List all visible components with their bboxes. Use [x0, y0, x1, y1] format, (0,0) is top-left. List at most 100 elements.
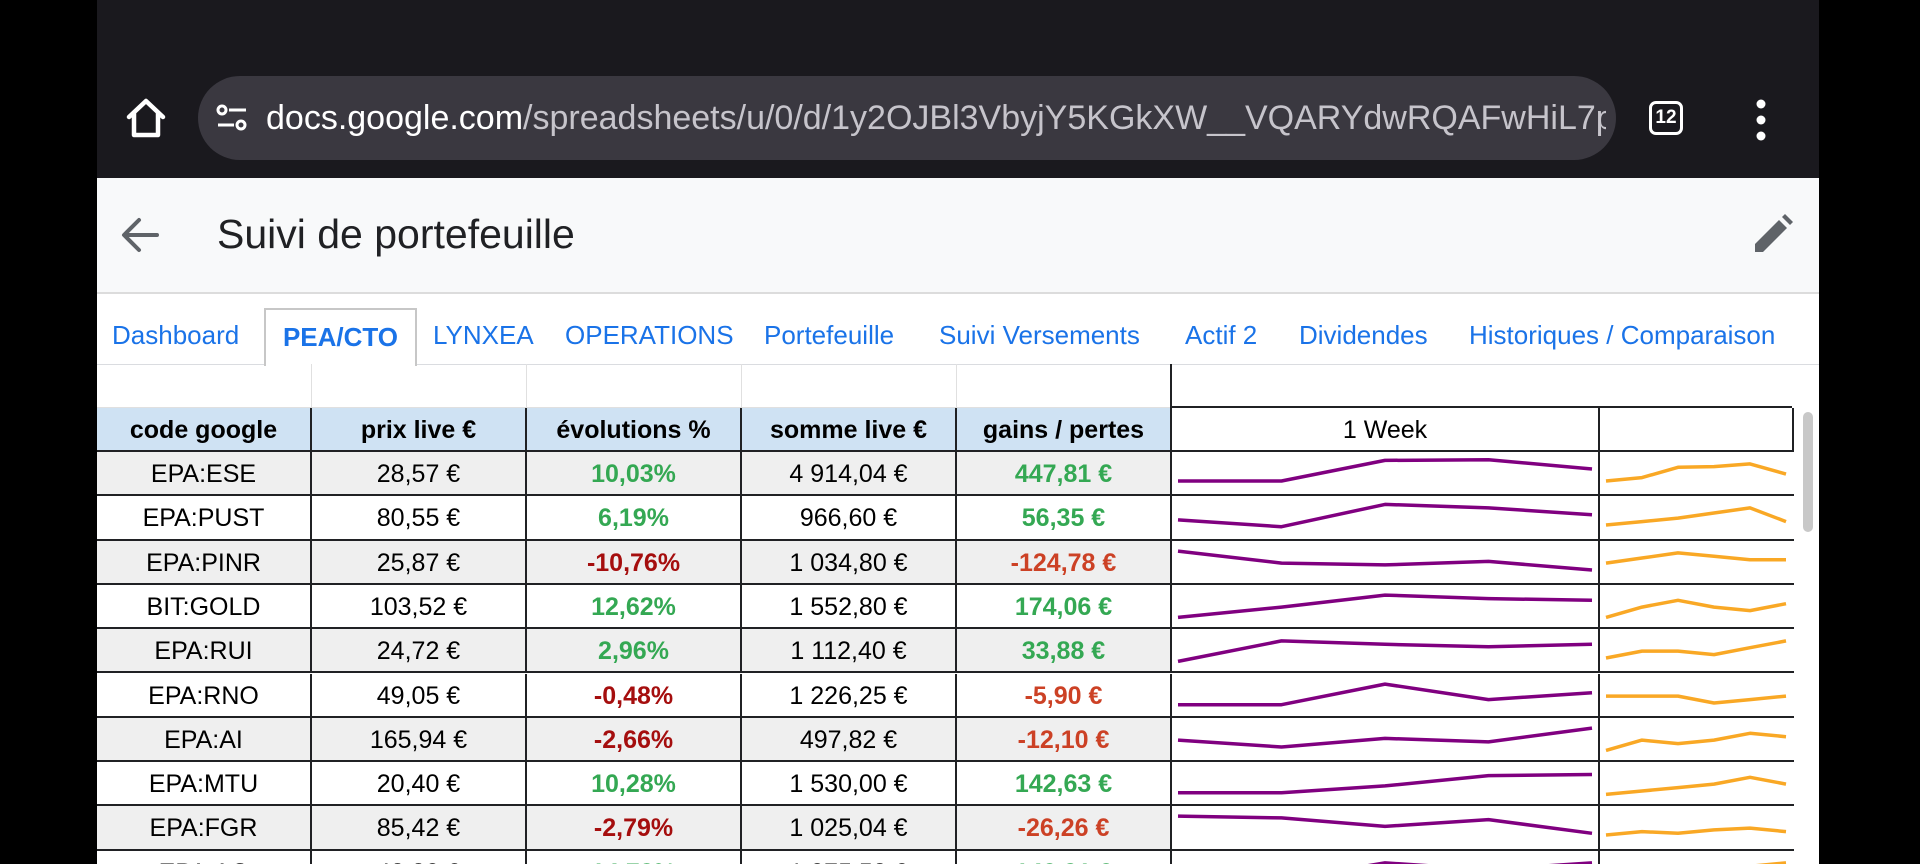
sparkline-cell[interactable]	[1172, 717, 1600, 763]
table-cell-code[interactable]: EPA:ESE	[97, 452, 312, 497]
week-header[interactable]: 1 Week	[1172, 408, 1600, 452]
table-cell-prix[interactable]: 20,40 €	[312, 762, 527, 807]
sparkline-cell[interactable]	[1172, 540, 1600, 585]
table-cell-evol[interactable]: -2,66%	[527, 717, 742, 763]
sparkline-cell[interactable]	[1172, 673, 1600, 718]
blank-cell[interactable]	[97, 364, 312, 408]
table-cell-gains[interactable]: 33,88 €	[957, 629, 1172, 674]
table-cell-prix[interactable]: 103,52 €	[312, 584, 527, 630]
table-cell-code[interactable]: EPA:RNO	[97, 673, 312, 718]
table-cell-prix[interactable]: 28,57 €	[312, 452, 527, 497]
tab-lynxea[interactable]: LYNXEA	[433, 306, 534, 364]
blank-cell[interactable]	[312, 364, 527, 408]
blank-cell[interactable]	[742, 364, 957, 408]
table-cell-gains[interactable]: 447,81 €	[957, 452, 1172, 497]
table-cell-evol[interactable]: 12,62%	[527, 584, 742, 630]
table-cell-gains[interactable]: -12,10 €	[957, 717, 1172, 763]
blank-cell[interactable]	[1170, 364, 1792, 408]
table-cell-gains[interactable]: 142,63 €	[957, 762, 1172, 807]
sparkline-cell[interactable]	[1172, 762, 1600, 807]
table-cell-somme[interactable]: 1 034,80 €	[742, 540, 957, 585]
sparkline-cell[interactable]	[1172, 806, 1600, 851]
table-cell-somme[interactable]: 497,82 €	[742, 717, 957, 763]
table-cell-gains[interactable]: -26,26 €	[957, 806, 1172, 851]
table-cell-evol[interactable]: 2,96%	[527, 629, 742, 674]
column-header[interactable]: prix live €	[312, 408, 527, 452]
sparkline-cell[interactable]	[1600, 496, 1794, 541]
table-cell-prix[interactable]: 165,94 €	[312, 717, 527, 763]
tab-historiques-comparaison[interactable]: Historiques / Comparaison	[1469, 306, 1775, 364]
table-cell-somme[interactable]: 966,60 €	[742, 496, 957, 541]
table-cell-prix[interactable]: 25,87 €	[312, 540, 527, 585]
sparkline-cell[interactable]	[1600, 762, 1794, 807]
table-cell-evol[interactable]: -0,48%	[527, 673, 742, 718]
tab-portefeuille[interactable]: Portefeuille	[764, 306, 894, 364]
table-cell-evol[interactable]: 10,03%	[527, 452, 742, 497]
sparkline-cell[interactable]	[1600, 850, 1794, 864]
table-cell-prix[interactable]: 49,05 €	[312, 673, 527, 718]
sparkline-cell[interactable]	[1172, 584, 1600, 630]
edit-pencil-icon[interactable]	[1747, 210, 1797, 260]
table-cell-code[interactable]: EPA:MTU	[97, 762, 312, 807]
table-cell-somme[interactable]: 1 075,58 €	[742, 850, 957, 864]
column-header[interactable]: somme live €	[742, 408, 957, 452]
table-cell-prix[interactable]: 80,55 €	[312, 496, 527, 541]
sparkline-cell[interactable]	[1600, 806, 1794, 851]
blank-cell[interactable]	[527, 364, 742, 408]
table-cell-code[interactable]: EPA:AI	[97, 717, 312, 763]
sparkline-cell[interactable]	[1172, 850, 1600, 864]
table-cell-code[interactable]: EPA:PUST	[97, 496, 312, 541]
column-header[interactable]: évolutions %	[527, 408, 742, 452]
tab-suivi-versements[interactable]: Suivi Versements	[939, 306, 1140, 364]
home-icon[interactable]	[123, 95, 169, 141]
sparkline-cell[interactable]	[1172, 496, 1600, 541]
back-arrow-icon[interactable]	[117, 212, 163, 258]
tab-switcher-icon[interactable]: 12	[1649, 101, 1683, 135]
tab-pea-cto[interactable]: PEA/CTO	[264, 308, 417, 366]
table-cell-evol[interactable]: -10,76%	[527, 540, 742, 585]
sparkline-cell[interactable]	[1600, 629, 1794, 674]
table-cell-somme[interactable]: 1 025,04 €	[742, 806, 957, 851]
table-cell-somme[interactable]: 4 914,04 €	[742, 452, 957, 497]
table-cell-evol[interactable]: 6,19%	[527, 496, 742, 541]
tab-dashboard[interactable]: Dashboard	[112, 306, 239, 364]
url-text[interactable]: docs.google.com/spreadsheets/u/0/d/1y2OJ…	[266, 76, 1606, 160]
table-cell-code[interactable]: BIT:GOLD	[97, 584, 312, 630]
table-cell-prix[interactable]: 48,80 €	[312, 850, 527, 864]
sparkline-cell[interactable]	[1172, 452, 1600, 497]
table-cell-somme[interactable]: 1 112,40 €	[742, 629, 957, 674]
table-cell-code[interactable]: EPA:AC	[97, 850, 312, 864]
vertical-scrollbar[interactable]	[1803, 412, 1813, 532]
table-cell-code[interactable]: EPA:RUI	[97, 629, 312, 674]
sparkline-cell[interactable]	[1600, 673, 1794, 718]
table-cell-evol[interactable]: 10,28%	[527, 762, 742, 807]
table-cell-gains[interactable]: -5,90 €	[957, 673, 1172, 718]
tab-actif-2[interactable]: Actif 2	[1185, 306, 1257, 364]
sparkline-cell[interactable]	[1600, 452, 1794, 497]
table-cell-prix[interactable]: 24,72 €	[312, 629, 527, 674]
table-cell-somme[interactable]: 1 552,80 €	[742, 584, 957, 630]
more-vert-icon[interactable]	[1749, 98, 1773, 142]
blank-cell[interactable]	[1600, 408, 1794, 452]
table-cell-gains[interactable]: 174,06 €	[957, 584, 1172, 630]
tab-dividendes[interactable]: Dividendes	[1299, 306, 1428, 364]
table-cell-somme[interactable]: 1 226,25 €	[742, 673, 957, 718]
table-cell-gains[interactable]: -124,78 €	[957, 540, 1172, 585]
sparkline-cell[interactable]	[1600, 540, 1794, 585]
table-cell-prix[interactable]: 85,42 €	[312, 806, 527, 851]
sparkline-cell[interactable]	[1600, 584, 1794, 630]
sparkline-cell[interactable]	[1600, 717, 1794, 763]
table-cell-gains[interactable]: 56,35 €	[957, 496, 1172, 541]
table-cell-gains[interactable]: 140,91 €	[957, 850, 1172, 864]
table-cell-code[interactable]: EPA:PINR	[97, 540, 312, 585]
table-cell-code[interactable]: EPA:FGR	[97, 806, 312, 851]
sparkline-cell[interactable]	[1172, 629, 1600, 674]
table-cell-somme[interactable]: 1 530,00 €	[742, 762, 957, 807]
blank-cell[interactable]	[957, 364, 1172, 408]
column-header[interactable]: code google	[97, 408, 312, 452]
tab-operations[interactable]: OPERATIONS	[565, 306, 734, 364]
site-info-icon[interactable]	[214, 100, 250, 136]
table-cell-evol[interactable]: 14,73%	[527, 850, 742, 864]
address-bar[interactable]: docs.google.com/spreadsheets/u/0/d/1y2OJ…	[198, 76, 1616, 160]
table-cell-evol[interactable]: -2,79%	[527, 806, 742, 851]
